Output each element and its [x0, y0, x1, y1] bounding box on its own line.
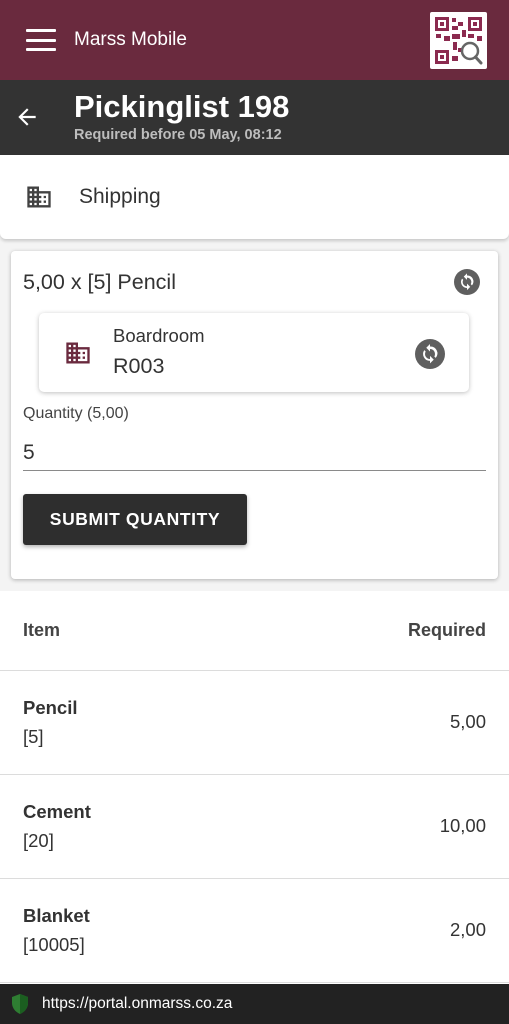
location-code: R003 [113, 354, 165, 378]
task-title: 5,00 x [5] Pencil [23, 270, 176, 294]
table-header: Item Required [0, 591, 509, 671]
table-row[interactable]: Cement [20] 10,00 [0, 775, 509, 879]
column-header-item: Item [23, 620, 61, 640]
page-subtitle: Required before 05 May, 08:12 [74, 127, 282, 143]
location-card[interactable]: Boardroom R003 [39, 313, 469, 392]
secure-shield-icon [10, 993, 30, 1015]
item-name: Pencil [23, 697, 78, 718]
menu-icon[interactable] [26, 29, 56, 51]
location-name: Boardroom [113, 325, 205, 346]
browser-url-bar: https://portal.onmarss.co.za [0, 984, 509, 1024]
item-required: 10,00 [439, 815, 486, 836]
building-icon [63, 339, 93, 372]
shipping-label: Shipping [79, 185, 161, 208]
quantity-label: Quantity (5,00) [23, 405, 129, 422]
item-code: [20] [23, 830, 54, 851]
table-row[interactable]: Pencil [5] 5,00 [0, 671, 509, 775]
item-name: Cement [23, 801, 91, 822]
qr-search-icon[interactable] [430, 12, 487, 69]
item-code: [5] [23, 726, 44, 747]
item-code: [10005] [23, 934, 85, 955]
refresh-icon[interactable] [454, 269, 480, 295]
item-name: Blanket [23, 905, 90, 926]
refresh-icon[interactable] [415, 339, 445, 369]
pick-task-card: 5,00 x [5] Pencil Boardroom R003 Quantit… [11, 251, 498, 579]
items-table: Item Required Pencil [5] 5,00 Cement [20… [0, 591, 509, 984]
item-required: 2,00 [449, 919, 486, 940]
page-title: Pickinglist 198 [74, 89, 290, 124]
shipping-section[interactable]: Shipping [0, 155, 509, 239]
building-icon [25, 183, 53, 216]
arrow-back-icon[interactable] [14, 104, 40, 130]
app-bar: Marss Mobile [0, 0, 509, 80]
app-title: Marss Mobile [74, 29, 187, 50]
submit-quantity-button[interactable]: SUBMIT QUANTITY [23, 494, 247, 545]
quantity-input[interactable] [23, 431, 486, 471]
url-text[interactable]: https://portal.onmarss.co.za [42, 995, 232, 1013]
page-header: Pickinglist 198 Required before 05 May, … [0, 80, 509, 155]
column-header-required: Required [407, 620, 486, 640]
table-row[interactable]: Blanket [10005] 2,00 [0, 879, 509, 983]
item-required: 5,00 [449, 711, 486, 732]
